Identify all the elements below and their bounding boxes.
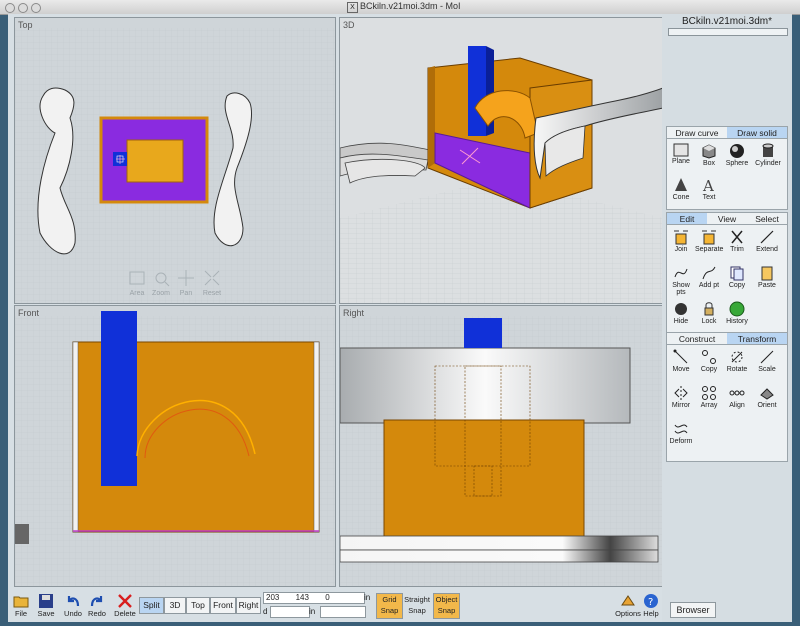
- bottom-toolbar: File Save Undo Redo Delete Split 3D Top …: [8, 588, 662, 622]
- tab-select[interactable]: Select: [747, 213, 787, 225]
- pan-button[interactable]: Pan: [176, 290, 196, 297]
- right-viewport[interactable]: Right: [339, 305, 664, 587]
- split-view-button[interactable]: Split: [139, 597, 164, 614]
- undo-icon: [67, 596, 80, 607]
- options-icon: [621, 595, 635, 606]
- copy-transform-tool[interactable]: Copy: [695, 347, 723, 387]
- straight-snap-toggle[interactable]: Straight Snap: [402, 593, 432, 619]
- help-icon: ?: [644, 594, 658, 608]
- side-panel: BCkiln.v21moi.3dm* Draw curve Draw solid…: [662, 14, 792, 622]
- mirror-tool[interactable]: Mirror: [667, 383, 695, 423]
- top-viewport[interactable]: Top Area Zoom Pan Reset: [14, 17, 336, 304]
- 3d-view-button[interactable]: 3D: [164, 597, 186, 614]
- delete-x-icon: [118, 594, 132, 608]
- scale-tool[interactable]: Scale: [753, 347, 781, 387]
- browser-button[interactable]: Browser: [670, 602, 716, 618]
- tab-draw-solid[interactable]: Draw solid: [727, 127, 787, 139]
- distance-input[interactable]: [270, 606, 310, 618]
- sphere-tool[interactable]: Sphere: [723, 141, 751, 181]
- rotate-tool[interactable]: Rotate: [723, 347, 751, 387]
- distance-unit-label: in: [309, 607, 316, 616]
- grid-snap-toggle[interactable]: Grid Snap: [376, 593, 403, 619]
- show-points-tool[interactable]: Show pts: [667, 263, 695, 303]
- front-viewport[interactable]: Front: [14, 305, 336, 587]
- front-view-button[interactable]: Front: [210, 597, 236, 614]
- unit-label: in: [364, 593, 371, 602]
- front-viewport-label: Front: [18, 308, 40, 318]
- orient-tool[interactable]: Orient: [753, 383, 781, 423]
- 3d-viewport[interactable]: 3D: [339, 17, 664, 304]
- minimize-window-button[interactable]: [18, 3, 28, 13]
- redo-icon: [90, 596, 103, 607]
- app-icon: X: [347, 2, 358, 13]
- tab-draw-curve[interactable]: Draw curve: [667, 127, 727, 139]
- transform-palette: Construct Transform Move Copy Rotate Sca…: [666, 332, 788, 462]
- draw-palette: Draw curve Draw solid Plane Box Sphere C…: [666, 126, 788, 210]
- help-button[interactable]: ? Help: [640, 593, 662, 618]
- delete-button[interactable]: Delete: [111, 593, 139, 618]
- coordinate-input[interactable]: 203 143 0: [263, 592, 365, 604]
- separate-tool[interactable]: Separate: [695, 227, 723, 267]
- coord-y: 143: [295, 593, 309, 602]
- extend-tool[interactable]: Extend: [753, 227, 781, 267]
- zoom-window-button[interactable]: [31, 3, 41, 13]
- window-title: BCkiln.v21moi.3dm - MoI: [360, 1, 461, 11]
- undo-button[interactable]: Undo: [60, 593, 86, 618]
- reset-view-button[interactable]: Reset: [201, 290, 223, 297]
- cone-tool[interactable]: Cone: [667, 175, 695, 215]
- tab-transform[interactable]: Transform: [727, 333, 787, 345]
- progress-bar: [668, 28, 788, 36]
- distance-label: d: [263, 607, 268, 616]
- redo-button[interactable]: Redo: [84, 593, 110, 618]
- coord-z: 0: [325, 593, 330, 602]
- join-tool[interactable]: Join: [667, 227, 695, 267]
- trim-tool[interactable]: Trim: [723, 227, 751, 267]
- floppy-icon: [39, 594, 53, 608]
- paste-tool[interactable]: Paste: [753, 263, 781, 303]
- options-button[interactable]: Options: [614, 593, 642, 618]
- tab-edit[interactable]: Edit: [667, 213, 707, 225]
- area-zoom-button[interactable]: Area: [127, 290, 147, 297]
- tab-view[interactable]: View: [707, 213, 747, 225]
- deform-tool[interactable]: Deform: [667, 419, 695, 459]
- coord-x: 203: [266, 593, 280, 602]
- close-window-button[interactable]: [5, 3, 15, 13]
- top-viewport-label: Top: [18, 20, 33, 30]
- zoom-button[interactable]: Zoom: [151, 290, 171, 297]
- cylinder-tool[interactable]: Cylinder: [751, 141, 785, 181]
- folder-icon: [13, 596, 29, 608]
- window-titlebar: X BCkiln.v21moi.3dm - MoI: [0, 0, 800, 15]
- 3d-viewport-label: 3D: [343, 20, 355, 30]
- copy-tool[interactable]: Copy: [723, 263, 751, 303]
- right-view-button[interactable]: Right: [236, 597, 261, 614]
- align-tool[interactable]: Align: [723, 383, 751, 423]
- angle-input[interactable]: [320, 606, 366, 618]
- svg-text:?: ?: [648, 597, 653, 608]
- top-view-button[interactable]: Top: [186, 597, 210, 614]
- document-title: BCkiln.v21moi.3dm*: [681, 16, 773, 27]
- tab-construct[interactable]: Construct: [667, 333, 727, 345]
- edit-palette: Edit View Select Join Separate Trim Exte…: [666, 212, 788, 342]
- text-tool[interactable]: A Text: [695, 175, 723, 215]
- right-viewport-label: Right: [343, 308, 365, 318]
- move-tool[interactable]: Move: [667, 347, 695, 387]
- svg-text:A: A: [702, 177, 714, 193]
- save-button[interactable]: Save: [33, 593, 59, 618]
- object-snap-toggle[interactable]: Object Snap: [433, 593, 460, 619]
- file-button[interactable]: File: [8, 593, 34, 618]
- add-point-tool[interactable]: Add pt: [695, 263, 723, 303]
- array-tool[interactable]: Array: [695, 383, 723, 423]
